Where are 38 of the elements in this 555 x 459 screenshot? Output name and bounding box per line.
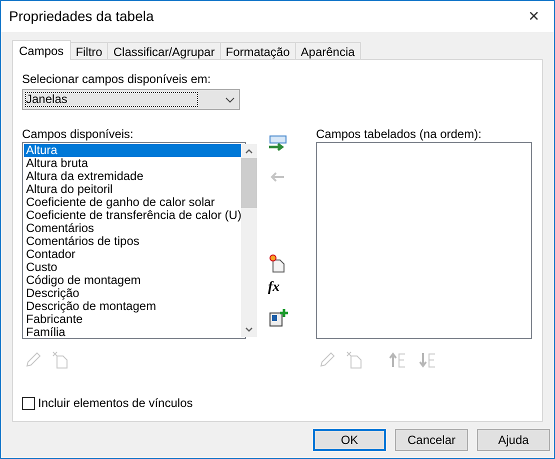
- field-item[interactable]: Código de montagem: [24, 274, 242, 287]
- combine-parameters-icon[interactable]: [268, 308, 288, 328]
- scheduled-fields-list[interactable]: [316, 142, 532, 339]
- include-links-label: Incluir elementos de vínculos: [38, 395, 193, 412]
- dialog-button[interactable]: Ajuda: [477, 429, 550, 451]
- field-item[interactable]: Contador: [24, 248, 242, 261]
- formula-button[interactable]: fx: [268, 280, 280, 296]
- field-item[interactable]: Descrição: [24, 287, 242, 300]
- field-item[interactable]: Família: [24, 326, 242, 339]
- tab[interactable]: Campos: [12, 40, 71, 60]
- window-title: Propriedades da tabela: [9, 7, 154, 26]
- field-item[interactable]: Comentários de tipos: [24, 235, 242, 248]
- tab[interactable]: Formatação: [220, 42, 296, 59]
- tab[interactable]: Aparência: [294, 42, 361, 59]
- field-item[interactable]: Altura do peitoril: [24, 183, 242, 196]
- tab[interactable]: Filtro: [70, 42, 108, 59]
- chevron-down-icon: [225, 96, 235, 102]
- field-item[interactable]: Altura bruta: [24, 157, 242, 170]
- dialog-button[interactable]: Cancelar: [395, 429, 468, 451]
- available-fields-label: Campos disponíveis:: [22, 128, 134, 141]
- close-button[interactable]: ✕: [514, 2, 554, 32]
- field-item[interactable]: Fabricante: [24, 313, 242, 326]
- include-links-checkbox[interactable]: [22, 396, 35, 410]
- scheduled-fields-label: Campos tabelados (na ordem):: [316, 128, 482, 141]
- scroll-thumb[interactable]: [241, 158, 258, 208]
- field-item[interactable]: Descrição de montagem: [24, 300, 242, 313]
- field-item[interactable]: Coeficiente de ganho de calor solar: [24, 196, 242, 209]
- source-dropdown[interactable]: Janelas: [22, 89, 240, 110]
- field-item[interactable]: Custo: [24, 261, 242, 274]
- field-item[interactable]: Altura da extremidade: [24, 170, 242, 183]
- source-label: Selecionar campos disponíveis em:: [22, 72, 212, 86]
- field-item[interactable]: Altura: [24, 144, 242, 157]
- dialog-button[interactable]: OK: [313, 429, 386, 451]
- field-item[interactable]: Comentários: [24, 222, 242, 235]
- tab[interactable]: Classificar/Agrupar: [107, 42, 221, 59]
- scrollbar[interactable]: [241, 144, 258, 337]
- field-item[interactable]: Coeficiente de transferência de calor (U): [24, 209, 242, 222]
- add-field-icon[interactable]: [268, 135, 288, 153]
